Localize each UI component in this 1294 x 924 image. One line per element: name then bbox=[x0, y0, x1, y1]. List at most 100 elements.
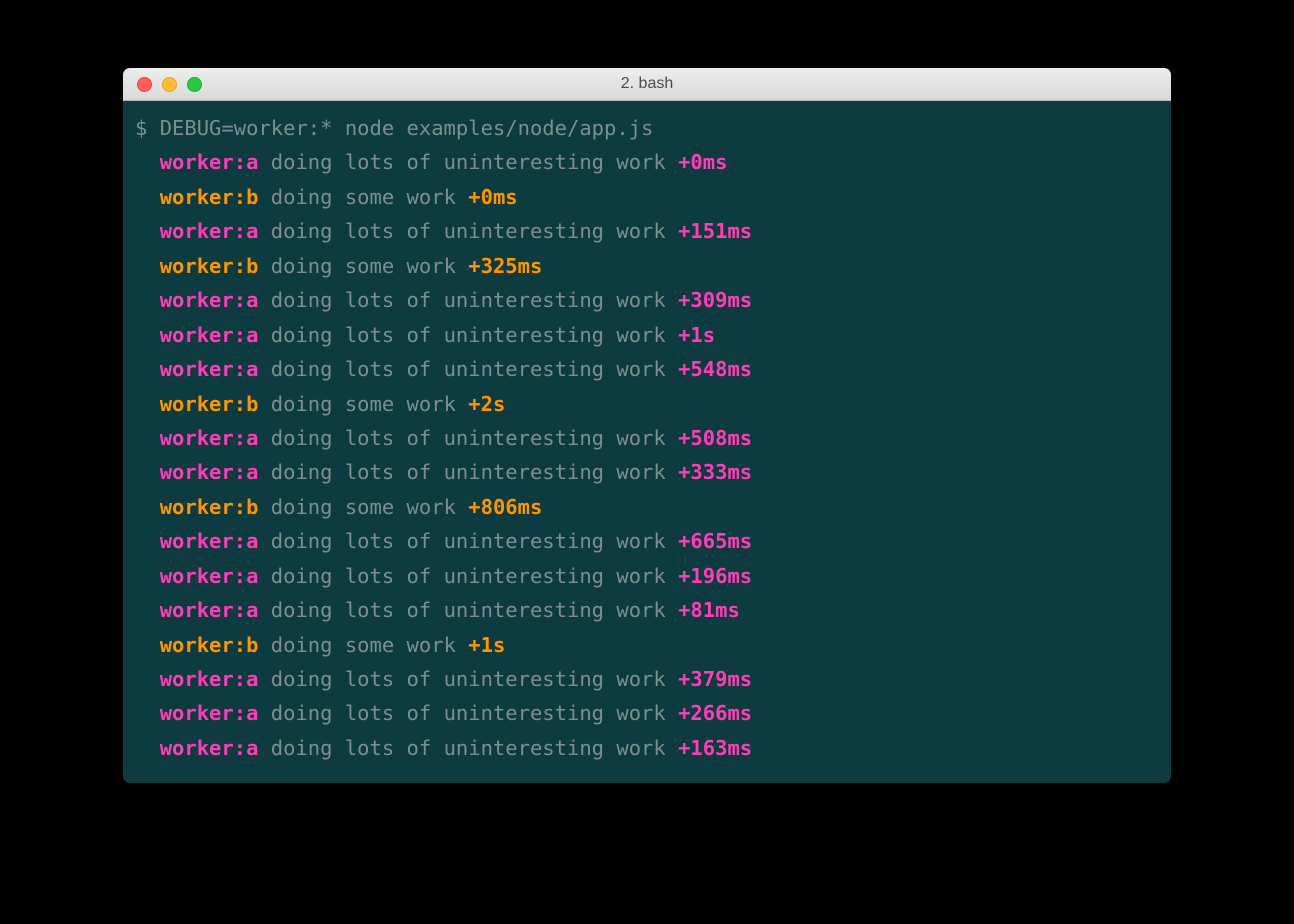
log-message: doing lots of uninteresting work bbox=[258, 323, 678, 347]
log-message: doing lots of uninteresting work bbox=[258, 529, 678, 553]
log-line: worker:a doing lots of uninteresting wor… bbox=[135, 696, 1159, 730]
elapsed-time: +508ms bbox=[678, 426, 752, 450]
elapsed-time: +806ms bbox=[468, 495, 542, 519]
terminal-window: 2. bash $ DEBUG=worker:* node examples/n… bbox=[123, 68, 1171, 783]
traffic-lights bbox=[123, 77, 202, 92]
namespace-a: worker:a bbox=[160, 323, 259, 347]
elapsed-time: +333ms bbox=[678, 460, 752, 484]
namespace-a: worker:a bbox=[160, 736, 259, 760]
elapsed-time: +548ms bbox=[678, 357, 752, 381]
elapsed-time: +325ms bbox=[468, 254, 542, 278]
log-message: doing lots of uninteresting work bbox=[258, 564, 678, 588]
prompt: $ bbox=[135, 116, 160, 140]
log-line: worker:a doing lots of uninteresting wor… bbox=[135, 283, 1159, 317]
indent bbox=[135, 392, 160, 416]
log-line: worker:b doing some work +2s bbox=[135, 387, 1159, 421]
elapsed-time: +2s bbox=[468, 392, 505, 416]
namespace-a: worker:a bbox=[160, 357, 259, 381]
namespace-b: worker:b bbox=[160, 633, 259, 657]
elapsed-time: +0ms bbox=[678, 150, 727, 174]
namespace-a: worker:a bbox=[160, 460, 259, 484]
indent bbox=[135, 529, 160, 553]
elapsed-time: +665ms bbox=[678, 529, 752, 553]
log-line: worker:a doing lots of uninteresting wor… bbox=[135, 455, 1159, 489]
terminal-body[interactable]: $ DEBUG=worker:* node examples/node/app.… bbox=[123, 101, 1171, 783]
log-line: worker:a doing lots of uninteresting wor… bbox=[135, 145, 1159, 179]
log-message: doing lots of uninteresting work bbox=[258, 357, 678, 381]
indent bbox=[135, 254, 160, 278]
log-message: doing lots of uninteresting work bbox=[258, 426, 678, 450]
log-line: worker:b doing some work +806ms bbox=[135, 490, 1159, 524]
elapsed-time: +379ms bbox=[678, 667, 752, 691]
log-output: worker:a doing lots of uninteresting wor… bbox=[135, 145, 1159, 765]
namespace-b: worker:b bbox=[160, 392, 259, 416]
namespace-a: worker:a bbox=[160, 288, 259, 312]
elapsed-time: +151ms bbox=[678, 219, 752, 243]
log-line: worker:a doing lots of uninteresting wor… bbox=[135, 318, 1159, 352]
elapsed-time: +1s bbox=[468, 633, 505, 657]
indent bbox=[135, 495, 160, 519]
indent bbox=[135, 460, 160, 484]
zoom-icon[interactable] bbox=[187, 77, 202, 92]
log-line: worker:a doing lots of uninteresting wor… bbox=[135, 421, 1159, 455]
namespace-b: worker:b bbox=[160, 254, 259, 278]
minimize-icon[interactable] bbox=[162, 77, 177, 92]
indent bbox=[135, 323, 160, 347]
log-line: worker:a doing lots of uninteresting wor… bbox=[135, 731, 1159, 765]
close-icon[interactable] bbox=[137, 77, 152, 92]
window-title: 2. bash bbox=[123, 75, 1171, 93]
namespace-a: worker:a bbox=[160, 667, 259, 691]
elapsed-time: +309ms bbox=[678, 288, 752, 312]
namespace-a: worker:a bbox=[160, 150, 259, 174]
namespace-a: worker:a bbox=[160, 219, 259, 243]
log-message: doing lots of uninteresting work bbox=[258, 701, 678, 725]
namespace-a: worker:a bbox=[160, 598, 259, 622]
indent bbox=[135, 736, 160, 760]
elapsed-time: +81ms bbox=[678, 598, 740, 622]
log-line: worker:a doing lots of uninteresting wor… bbox=[135, 662, 1159, 696]
indent bbox=[135, 598, 160, 622]
log-line: worker:a doing lots of uninteresting wor… bbox=[135, 352, 1159, 386]
elapsed-time: +0ms bbox=[468, 185, 517, 209]
log-line: worker:b doing some work +325ms bbox=[135, 249, 1159, 283]
elapsed-time: +196ms bbox=[678, 564, 752, 588]
log-message: doing lots of uninteresting work bbox=[258, 736, 678, 760]
log-message: doing some work bbox=[258, 254, 468, 278]
log-message: doing lots of uninteresting work bbox=[258, 288, 678, 312]
namespace-b: worker:b bbox=[160, 185, 259, 209]
indent bbox=[135, 564, 160, 588]
command-line: $ DEBUG=worker:* node examples/node/app.… bbox=[135, 111, 1159, 145]
log-message: doing lots of uninteresting work bbox=[258, 667, 678, 691]
namespace-a: worker:a bbox=[160, 426, 259, 450]
log-message: doing some work bbox=[258, 495, 468, 519]
titlebar: 2. bash bbox=[123, 68, 1171, 101]
log-line: worker:b doing some work +1s bbox=[135, 628, 1159, 662]
log-line: worker:a doing lots of uninteresting wor… bbox=[135, 593, 1159, 627]
namespace-a: worker:a bbox=[160, 564, 259, 588]
indent bbox=[135, 426, 160, 450]
indent bbox=[135, 150, 160, 174]
log-message: doing some work bbox=[258, 392, 468, 416]
indent bbox=[135, 701, 160, 725]
log-message: doing lots of uninteresting work bbox=[258, 219, 678, 243]
log-message: doing some work bbox=[258, 633, 468, 657]
log-message: doing some work bbox=[258, 185, 468, 209]
indent bbox=[135, 633, 160, 657]
log-message: doing lots of uninteresting work bbox=[258, 460, 678, 484]
indent bbox=[135, 219, 160, 243]
log-line: worker:b doing some work +0ms bbox=[135, 180, 1159, 214]
namespace-a: worker:a bbox=[160, 701, 259, 725]
command-text: DEBUG=worker:* node examples/node/app.js bbox=[160, 116, 654, 140]
namespace-a: worker:a bbox=[160, 529, 259, 553]
log-message: doing lots of uninteresting work bbox=[258, 598, 678, 622]
log-line: worker:a doing lots of uninteresting wor… bbox=[135, 214, 1159, 248]
namespace-b: worker:b bbox=[160, 495, 259, 519]
indent bbox=[135, 185, 160, 209]
elapsed-time: +1s bbox=[678, 323, 715, 347]
elapsed-time: +266ms bbox=[678, 701, 752, 725]
log-line: worker:a doing lots of uninteresting wor… bbox=[135, 524, 1159, 558]
indent bbox=[135, 667, 160, 691]
indent bbox=[135, 357, 160, 381]
log-message: doing lots of uninteresting work bbox=[258, 150, 678, 174]
indent bbox=[135, 288, 160, 312]
